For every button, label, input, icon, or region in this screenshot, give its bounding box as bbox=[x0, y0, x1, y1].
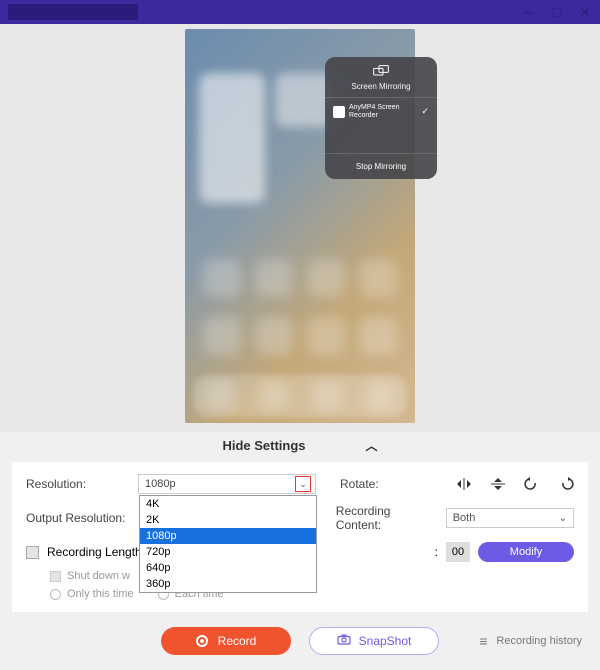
minimize-icon[interactable]: ─ bbox=[522, 4, 536, 21]
mirroring-icon bbox=[325, 65, 437, 79]
resolution-option[interactable]: 2K bbox=[140, 512, 316, 528]
mirror-device-label: AnyMP4 Screen Recorder bbox=[349, 104, 421, 119]
close-icon[interactable]: ✕ bbox=[578, 4, 592, 21]
resolution-option[interactable]: 1080p bbox=[140, 528, 316, 544]
recording-length-checkbox[interactable] bbox=[26, 546, 39, 559]
bottom-bar: Record SnapShot Recording history bbox=[0, 612, 600, 670]
modify-button[interactable]: Modify bbox=[478, 542, 574, 562]
window-controls: ─ □ ✕ bbox=[522, 4, 592, 21]
resolution-dropdown: 4K 2K 1080p 720p 640p 360p bbox=[139, 495, 317, 593]
chevron-down-icon: ⌄ bbox=[559, 513, 567, 524]
flip-horizontal-icon[interactable] bbox=[456, 477, 472, 491]
mirror-device-item[interactable]: AnyMP4 Screen Recorder ✓ bbox=[325, 97, 437, 125]
record-button[interactable]: Record bbox=[161, 627, 291, 655]
titlebar: ─ □ ✕ bbox=[0, 0, 600, 24]
shutdown-label: Shut down w bbox=[67, 570, 130, 582]
rotate-right-icon[interactable] bbox=[558, 477, 574, 491]
snapshot-button[interactable]: SnapShot bbox=[309, 627, 439, 655]
mirror-title: Screen Mirroring bbox=[325, 82, 437, 91]
chevron-down-icon: ⌄ bbox=[295, 476, 311, 492]
recording-content-value: Both bbox=[453, 512, 476, 524]
resolution-option[interactable]: 640p bbox=[140, 560, 316, 576]
phone-preview: Screen Mirroring AnyMP4 Screen Recorder … bbox=[185, 29, 415, 423]
recording-history-link[interactable]: Recording history bbox=[479, 633, 582, 649]
time-seconds[interactable]: 00 bbox=[446, 542, 470, 562]
recording-content-select[interactable]: Both ⌄ bbox=[446, 508, 574, 528]
recording-length-label: Recording Length bbox=[47, 545, 142, 559]
only-this-time-label: Only this time bbox=[67, 588, 134, 600]
rotate-left-icon[interactable] bbox=[524, 477, 540, 491]
list-icon bbox=[479, 633, 491, 649]
resolution-value: 1080p bbox=[145, 478, 176, 490]
hide-settings-toggle[interactable]: Hide Settings ︿ bbox=[0, 432, 600, 462]
resolution-option[interactable]: 4K bbox=[140, 496, 316, 512]
resolution-option[interactable]: 360p bbox=[140, 576, 316, 592]
check-icon: ✓ bbox=[421, 106, 429, 117]
resolution-label: Resolution: bbox=[26, 477, 138, 491]
rotate-label: Rotate: bbox=[340, 477, 379, 491]
only-this-time-radio[interactable] bbox=[50, 589, 61, 600]
recording-content-label: Recording Content: bbox=[336, 504, 438, 532]
recording-history-label: Recording history bbox=[496, 635, 582, 647]
record-icon bbox=[196, 635, 208, 647]
hide-settings-label: Hide Settings bbox=[222, 438, 305, 453]
app-icon bbox=[333, 106, 345, 118]
settings-panel: Resolution: 1080p ⌄ Rotate: Output Resol… bbox=[12, 462, 588, 612]
time-colon: : bbox=[435, 545, 438, 559]
resolution-option[interactable]: 720p bbox=[140, 544, 316, 560]
resolution-select[interactable]: 1080p ⌄ bbox=[138, 474, 316, 494]
stop-mirroring-button[interactable]: Stop Mirroring bbox=[325, 153, 437, 179]
preview-area: Screen Mirroring AnyMP4 Screen Recorder … bbox=[0, 24, 600, 432]
flip-vertical-icon[interactable] bbox=[490, 477, 506, 491]
output-resolution-label: Output Resolution: bbox=[26, 511, 136, 525]
screen-mirroring-card: Screen Mirroring AnyMP4 Screen Recorder … bbox=[325, 57, 437, 179]
maximize-icon[interactable]: □ bbox=[550, 4, 564, 21]
app-logo bbox=[8, 4, 138, 20]
shutdown-checkbox[interactable] bbox=[50, 571, 61, 582]
chevron-up-icon: ︿ bbox=[366, 437, 378, 454]
